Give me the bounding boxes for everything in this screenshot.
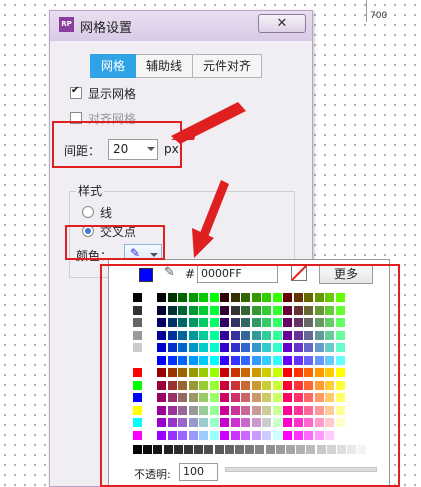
dialog-title: 网格设置 <box>80 21 133 36</box>
show-grid-checkbox[interactable] <box>70 85 82 99</box>
annotation-box-spacing <box>52 121 182 168</box>
titlebar[interactable]: RP 网格设置 ✕ <box>50 11 312 41</box>
app-icon: RP <box>59 17 74 32</box>
annotation-box-color <box>65 225 165 260</box>
annotation-box-picker <box>100 264 400 487</box>
radio-line[interactable] <box>82 206 94 218</box>
close-button[interactable]: ✕ <box>258 14 306 33</box>
show-grid-label: 显示网格 <box>88 87 137 101</box>
style-group-title: 样式 <box>76 182 105 199</box>
tab-widget-align[interactable]: 元件对齐 <box>193 54 263 78</box>
radio-line-label: 线 <box>100 206 113 220</box>
ruler-line <box>366 0 367 22</box>
tab-grid[interactable]: 网格 <box>90 54 137 78</box>
tab-guides[interactable]: 辅助线 <box>136 54 194 78</box>
tab-bar: 网格 辅助线 元件对齐 <box>90 54 263 78</box>
ruler-mark: 700 <box>370 11 388 21</box>
